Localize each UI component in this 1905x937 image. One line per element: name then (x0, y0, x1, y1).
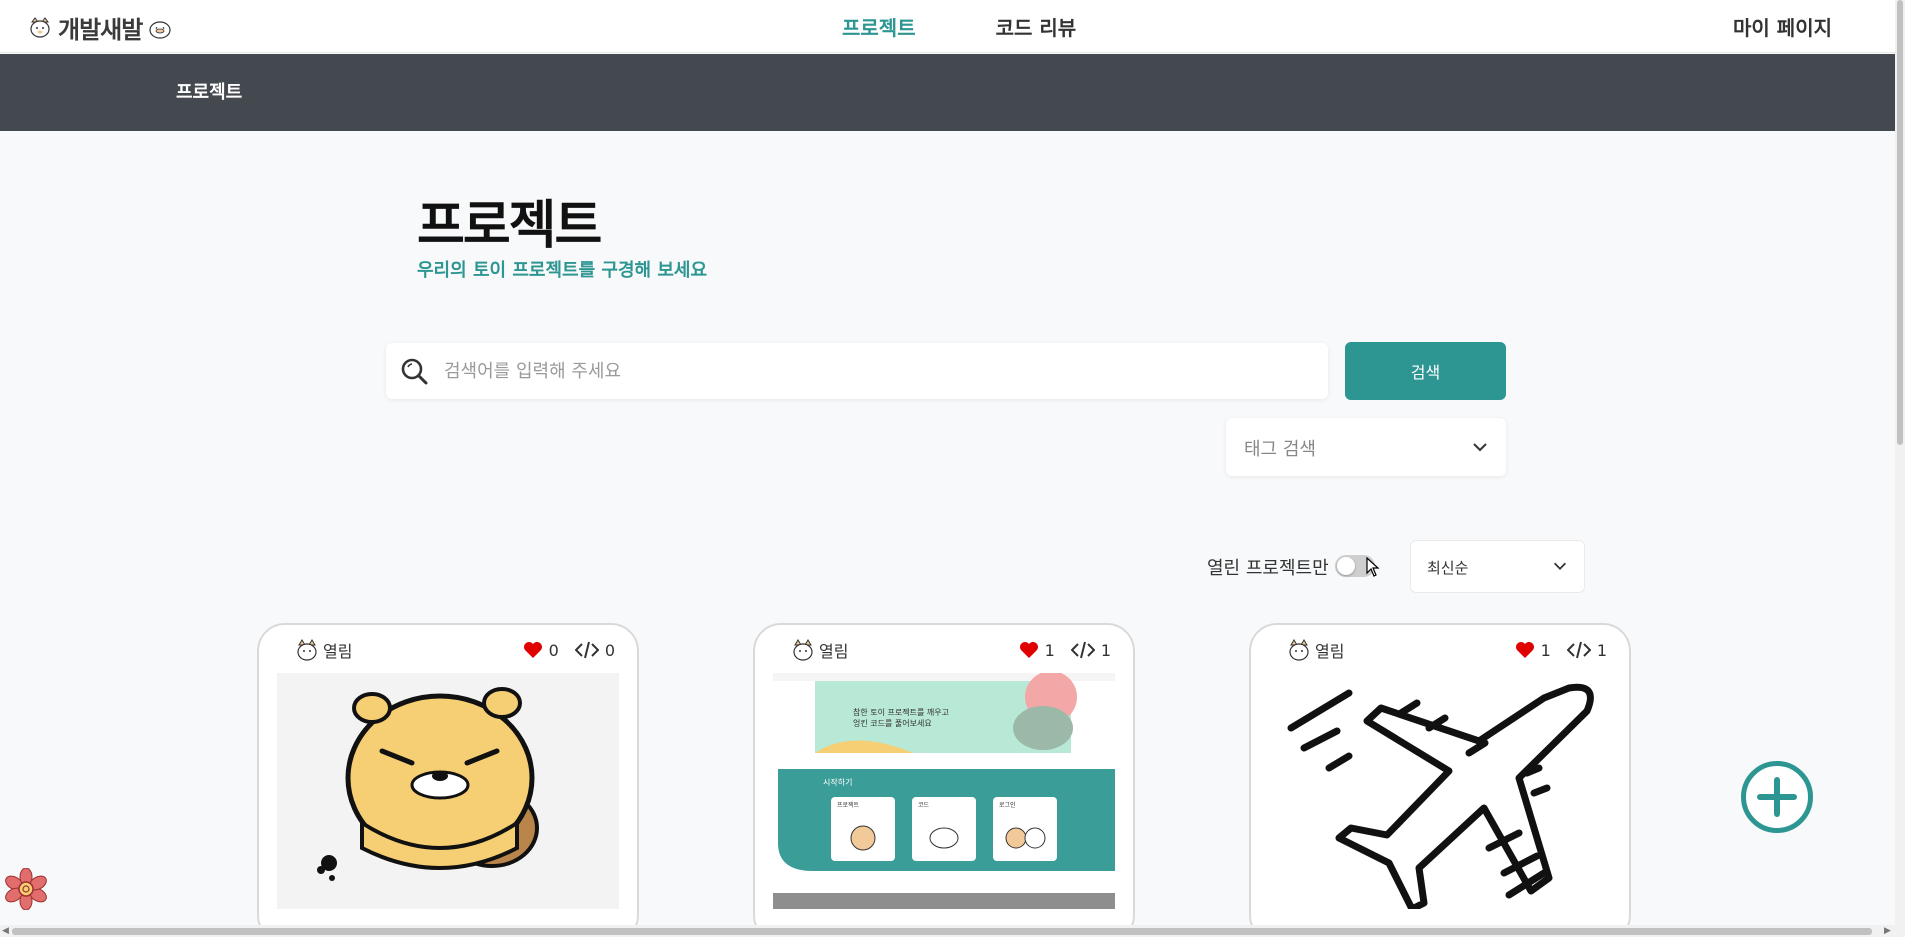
likes-count: 1 (1540, 640, 1551, 660)
card-status: 열림 (323, 642, 353, 661)
code-icon (1566, 641, 1591, 659)
thumb-promo-line2: 엉킨 코드를 풀어보세요 (853, 718, 932, 728)
plus-icon (1757, 777, 1797, 817)
card-status: 열림 (819, 642, 849, 661)
flower-widget-icon[interactable] (5, 868, 47, 910)
airplane-icon (1269, 673, 1611, 909)
project-card[interactable]: 열림 1 1 참한 토이 프로젝트를 깨우고 엉킨 코드를 풀어보세요 시작하기… (753, 623, 1135, 937)
open-only-label: 열린 프로젝트만 (1207, 558, 1329, 579)
sub-header: 프로젝트 (0, 54, 1895, 131)
thumb-box2-text: 코드 (918, 802, 930, 809)
card-stats: 1 1 (1019, 641, 1111, 660)
search-box (386, 343, 1328, 399)
thumb-box3-text: 로그인 (999, 802, 1016, 809)
project-card[interactable]: 열림 0 0 (257, 623, 639, 937)
nav-link-mypage[interactable]: 마이 페이지 (1733, 12, 1832, 41)
tag-search-select[interactable]: 태그 검색 (1226, 418, 1506, 476)
cat-avatar-icon (1289, 639, 1309, 661)
card-header: 열림 1 1 (791, 637, 1111, 663)
heart-icon (523, 642, 542, 658)
thumb-promo-line1: 참한 토이 프로젝트를 깨우고 (853, 707, 949, 717)
card-header: 열림 1 1 (1287, 637, 1607, 663)
thumb-box1-text: 프로젝트 (837, 801, 860, 809)
card-stats: 0 0 (523, 641, 615, 660)
card-status: 열림 (1315, 642, 1345, 661)
duck-logo-icon (149, 20, 171, 39)
cat-avatar-icon (297, 639, 317, 661)
logo[interactable]: 개발새발 (28, 10, 172, 45)
card-thumbnail (1269, 673, 1611, 909)
chevron-down-icon (1473, 443, 1487, 452)
horizontal-scrollbar[interactable]: ◀ ▶ (0, 925, 1905, 937)
card-thumbnail (277, 673, 619, 909)
main-nav: 프로젝트 코드 리뷰 (842, 12, 1076, 41)
chevron-down-icon (1553, 562, 1567, 570)
logo-text: 개발새발 (58, 16, 143, 44)
page-title: 프로젝트 (417, 196, 602, 256)
search-input[interactable] (444, 343, 1314, 399)
nav-link-code-review[interactable]: 코드 리뷰 (996, 12, 1077, 41)
character-illustration (277, 673, 619, 909)
reviews-count: 0 (604, 640, 615, 660)
heart-icon (1019, 642, 1038, 658)
vertical-scrollbar-thumb[interactable] (1897, 0, 1903, 445)
scroll-left-arrow-icon[interactable]: ◀ (2, 926, 9, 936)
cat-logo-icon (30, 16, 50, 38)
code-icon (574, 641, 599, 659)
sub-header-title: 프로젝트 (176, 82, 243, 103)
add-project-button[interactable] (1741, 761, 1813, 833)
tag-search-label: 태그 검색 (1244, 439, 1316, 460)
page-subtitle: 우리의 토이 프로젝트를 구경해 보세요 (417, 260, 708, 281)
reviews-count: 1 (1100, 640, 1111, 660)
likes-count: 1 (1044, 640, 1055, 660)
top-navbar: 개발새발 프로젝트 코드 리뷰 마이 페이지 (0, 0, 1895, 53)
likes-count: 0 (548, 640, 559, 660)
reviews-count: 1 (1596, 640, 1607, 660)
toggle-knob (1337, 557, 1355, 575)
mouse-cursor-icon (1366, 556, 1380, 577)
search-icon (401, 358, 428, 385)
heart-icon (1515, 642, 1534, 658)
cat-avatar-icon (793, 639, 813, 661)
sort-select-label: 최신순 (1427, 559, 1469, 577)
card-header: 열림 0 0 (295, 637, 615, 663)
website-screenshot-thumbnail: 참한 토이 프로젝트를 깨우고 엉킨 코드를 풀어보세요 시작하기 프로젝트 코… (773, 673, 1115, 909)
sort-select[interactable]: 최신순 (1410, 540, 1585, 593)
vertical-scrollbar[interactable] (1895, 0, 1905, 925)
thumb-start-text: 시작하기 (823, 777, 852, 787)
project-card[interactable]: 열림 1 1 (1249, 623, 1631, 937)
card-stats: 1 1 (1515, 641, 1607, 660)
horizontal-scrollbar-thumb[interactable] (12, 928, 1872, 935)
search-button[interactable]: 검색 (1345, 342, 1506, 400)
code-icon (1070, 641, 1095, 659)
scroll-right-arrow-icon[interactable]: ▶ (1884, 926, 1891, 936)
nav-link-projects[interactable]: 프로젝트 (842, 12, 916, 41)
card-thumbnail: 참한 토이 프로젝트를 깨우고 엉킨 코드를 풀어보세요 시작하기 프로젝트 코… (773, 673, 1115, 909)
